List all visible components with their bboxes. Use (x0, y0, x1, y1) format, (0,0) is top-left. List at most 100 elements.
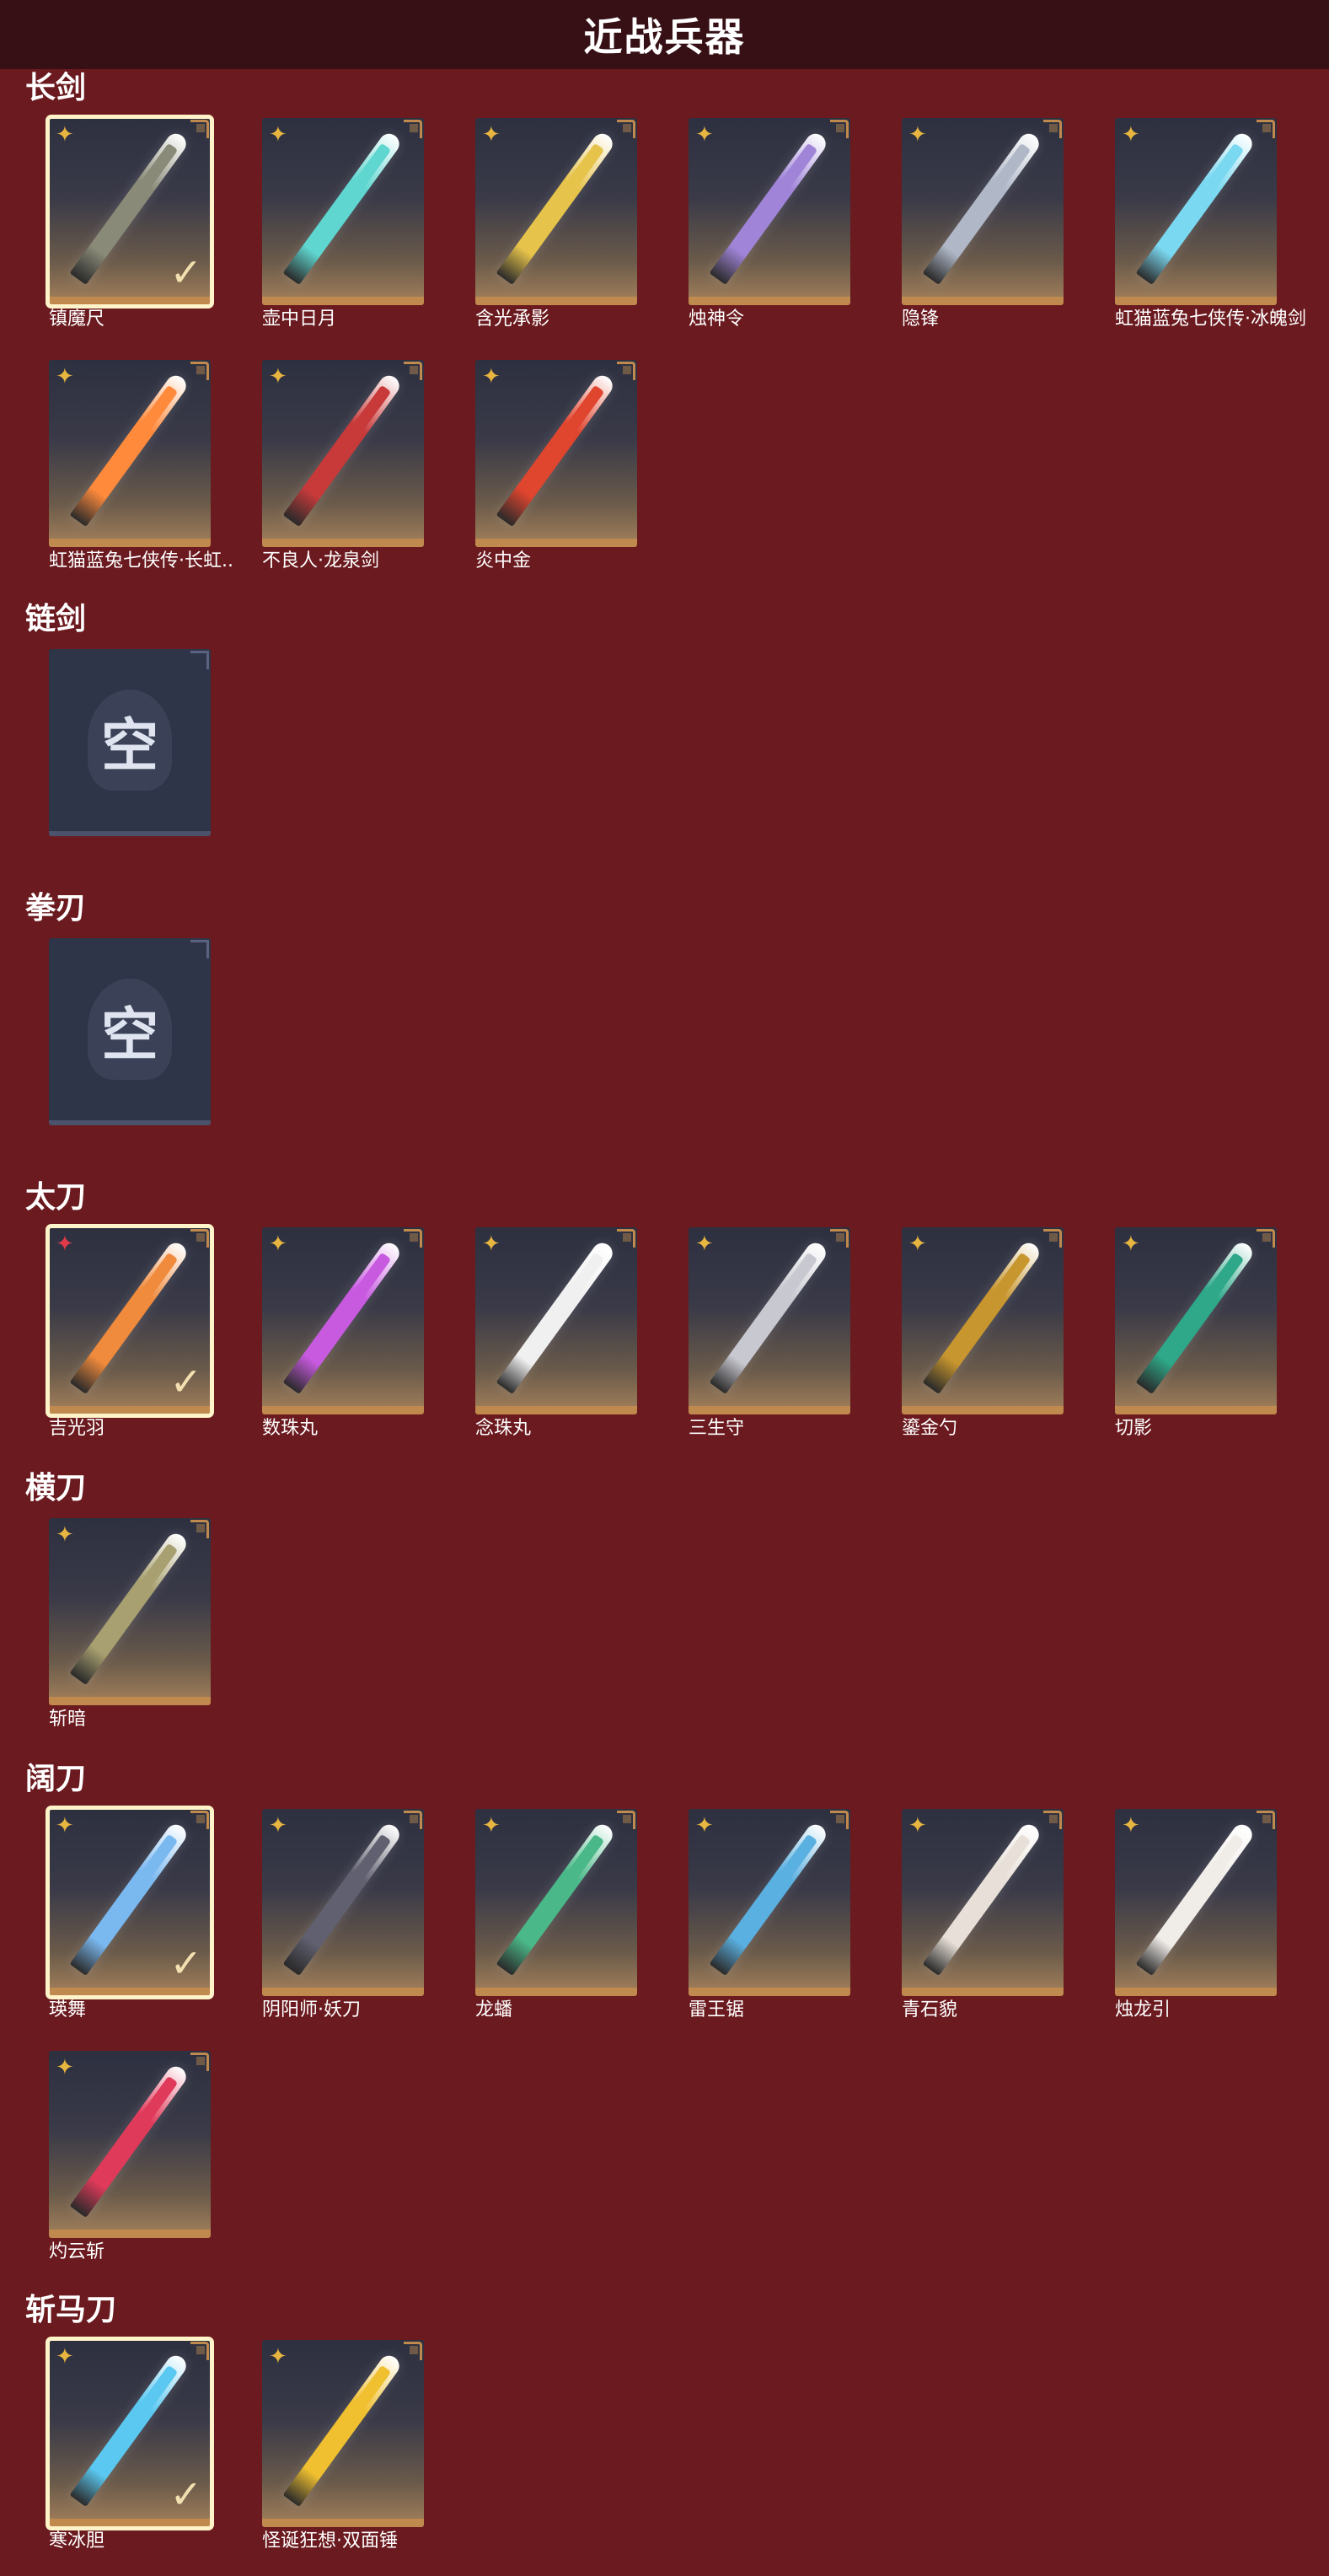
weapon-name: 雷王锯 (689, 1999, 745, 2021)
sparkle-icon: ✦ (482, 363, 501, 389)
weapon-thumbnail: ✦ (475, 1227, 637, 1414)
corner-icon (190, 940, 209, 958)
sparkle-icon: ✦ (269, 2343, 287, 2369)
corner-icon (617, 1229, 635, 1248)
weapon-card[interactable]: ✦ 切影 (1115, 1227, 1280, 1440)
weapon-thumbnail: ✦ (49, 2051, 211, 2238)
weapon-card[interactable]: ✦ 虹猫蓝兔七侠传·长虹.. (49, 360, 233, 572)
weapon-name: 虹猫蓝兔七侠传·冰魄剑 (1115, 309, 1306, 330)
sparkle-icon: ✦ (56, 121, 74, 147)
weapon-card[interactable]: ✦ 阴阳师·妖刀 (262, 1809, 427, 2021)
weapon-card[interactable]: ✦ 雷王锯 (689, 1809, 854, 2021)
weapon-card[interactable]: ✦ ✓ 镇魔尺 (46, 115, 214, 330)
weapon-name: 灼云斩 (49, 2241, 105, 2262)
section-quanren: 拳刃 空 (0, 891, 1329, 1176)
weapon-thumbnail: ✦ (689, 1227, 850, 1414)
weapon-name: 数珠丸 (262, 1418, 319, 1439)
weapon-name: 镇魔尺 (49, 309, 105, 330)
sparkle-icon: ✦ (1122, 1812, 1140, 1838)
sparkle-icon: ✦ (482, 1812, 501, 1838)
weapon-card[interactable]: ✦ 烛神令 (689, 118, 854, 330)
corner-icon (190, 1811, 209, 1829)
weapon-name: 三生守 (689, 1418, 745, 1439)
corner-icon (404, 2342, 422, 2360)
weapon-card[interactable]: ✦ 念珠丸 (475, 1227, 640, 1440)
section-title: 阔刀 (25, 1762, 87, 1796)
weapon-card[interactable]: ✦ 隐锋 (902, 118, 1067, 330)
weapon-card[interactable]: ✦ ✓ 瑛舞 (46, 1806, 214, 2021)
weapon-card[interactable]: ✦ 数珠丸 (262, 1227, 427, 1440)
weapon-name: 斩暗 (49, 1709, 87, 1730)
weapon-card[interactable]: ✦ ✓ 寒冰胆 (46, 2337, 214, 2552)
weapon-card[interactable]: ✦ 青石貌 (902, 1809, 1067, 2021)
corner-icon (190, 2053, 209, 2071)
weapon-thumbnail: ✦ (1115, 1227, 1277, 1414)
weapon-card[interactable]: ✦ 烛龙引 (1115, 1809, 1280, 2021)
corner-icon (1043, 1811, 1062, 1829)
corner-icon (404, 362, 422, 380)
weapon-name: 烛龙引 (1115, 1999, 1171, 2021)
weapon-card[interactable]: ✦ 怪诞狂想·双面锤 (262, 2340, 427, 2552)
sparkle-icon: ✦ (695, 1231, 714, 1256)
weapon-thumbnail: ✦ (689, 118, 850, 305)
section-lianjian: 链剑 空 (0, 602, 1329, 887)
weapon-card[interactable]: ✦ 龙蟠 (475, 1809, 640, 2021)
weapon-card[interactable]: ✦ ✓ 吉光羽 (46, 1224, 214, 1440)
weapon-name: 鎏金勺 (902, 1418, 958, 1439)
checkmark-icon: ✓ (169, 250, 202, 294)
weapon-thumbnail: ✦ (1115, 1809, 1277, 1996)
corner-icon (1043, 120, 1062, 138)
sparkle-icon: ✦ (482, 1231, 501, 1256)
sparkle-icon: ✦ (695, 121, 714, 147)
section-title: 链剑 (25, 602, 87, 636)
checkmark-icon: ✓ (169, 1360, 202, 1403)
weapon-card[interactable]: ✦ 炎中金 (475, 360, 640, 572)
weapon-thumbnail: ✦ (902, 1809, 1064, 1996)
empty-slot[interactable]: 空 (49, 649, 214, 836)
sparkle-icon: ✦ (908, 121, 927, 147)
weapon-name: 壶中日月 (262, 309, 337, 330)
weapon-card[interactable]: ✦ 斩暗 (49, 1518, 214, 1731)
sparkle-icon: ✦ (1122, 121, 1140, 147)
weapon-name: 念珠丸 (475, 1418, 532, 1439)
corner-icon (1257, 1811, 1275, 1829)
empty-slot-text: 空 (100, 712, 158, 780)
corner-icon (190, 651, 209, 669)
section-taidao: 太刀 ✦ ✓ 吉光羽 ✦ 数珠丸 ✦ 念珠丸 ✦ 三生守 ✦ 鎏金勺 ✦ 切影 (0, 1180, 1329, 1465)
weapon-card[interactable]: ✦ 壶中日月 (262, 118, 427, 330)
weapon-thumbnail: ✦ (1115, 118, 1277, 305)
weapon-name: 寒冰胆 (49, 2530, 105, 2552)
weapon-thumbnail: ✦ (262, 2340, 424, 2527)
section-title: 斩马刀 (25, 2293, 117, 2327)
corner-icon (404, 1229, 422, 1248)
weapon-thumbnail: ✦ ✓ (46, 2337, 214, 2530)
corner-icon (190, 1229, 209, 1248)
corner-icon (190, 2342, 209, 2360)
corner-icon (404, 120, 422, 138)
weapon-name: 炎中金 (475, 550, 532, 572)
corner-icon (1043, 1229, 1062, 1248)
section-title: 太刀 (25, 1180, 87, 1215)
weapon-card[interactable]: ✦ 虹猫蓝兔七侠传·冰魄剑 (1115, 118, 1306, 330)
weapon-thumbnail: ✦ (689, 1809, 850, 1996)
sparkle-icon: ✦ (908, 1812, 927, 1838)
weapon-card[interactable]: ✦ 灼云斩 (49, 2051, 214, 2263)
empty-slot[interactable]: 空 (49, 938, 214, 1125)
checkmark-icon: ✓ (169, 1941, 202, 1985)
weapon-card[interactable]: ✦ 三生守 (689, 1227, 854, 1440)
corner-icon (190, 1520, 209, 1538)
weapon-name: 怪诞狂想·双面锤 (262, 2530, 398, 2552)
weapon-thumbnail: ✦ ✓ (46, 1224, 214, 1418)
sparkle-icon: ✦ (1122, 1231, 1140, 1256)
section-changjian: 长剑 ✦ ✓ 镇魔尺 ✦ 壶中日月 ✦ 含光承影 ✦ 烛神令 ✦ 隐锋 ✦ 虹猫蓝兔七侠传·冰魄剑 ✦ 虹猫… (0, 71, 1329, 600)
empty-slot-text: 空 (100, 1001, 158, 1069)
section-title: 拳刃 (25, 891, 87, 926)
corner-icon (617, 1811, 635, 1829)
section-kuodao: 阔刀 ✦ ✓ 瑛舞 ✦ 阴阳师·妖刀 ✦ 龙蟠 ✦ 雷王锯 ✦ 青石貌 ✦ 烛龙引 ✦ 灼云斩 (0, 1762, 1329, 2291)
corner-icon (617, 120, 635, 138)
corner-icon (190, 120, 209, 138)
weapon-card[interactable]: ✦ 不良人·龙泉剑 (262, 360, 427, 572)
weapon-card[interactable]: ✦ 鎏金勺 (902, 1227, 1067, 1440)
sparkle-icon: ✦ (56, 363, 74, 389)
weapon-card[interactable]: ✦ 含光承影 (475, 118, 640, 330)
